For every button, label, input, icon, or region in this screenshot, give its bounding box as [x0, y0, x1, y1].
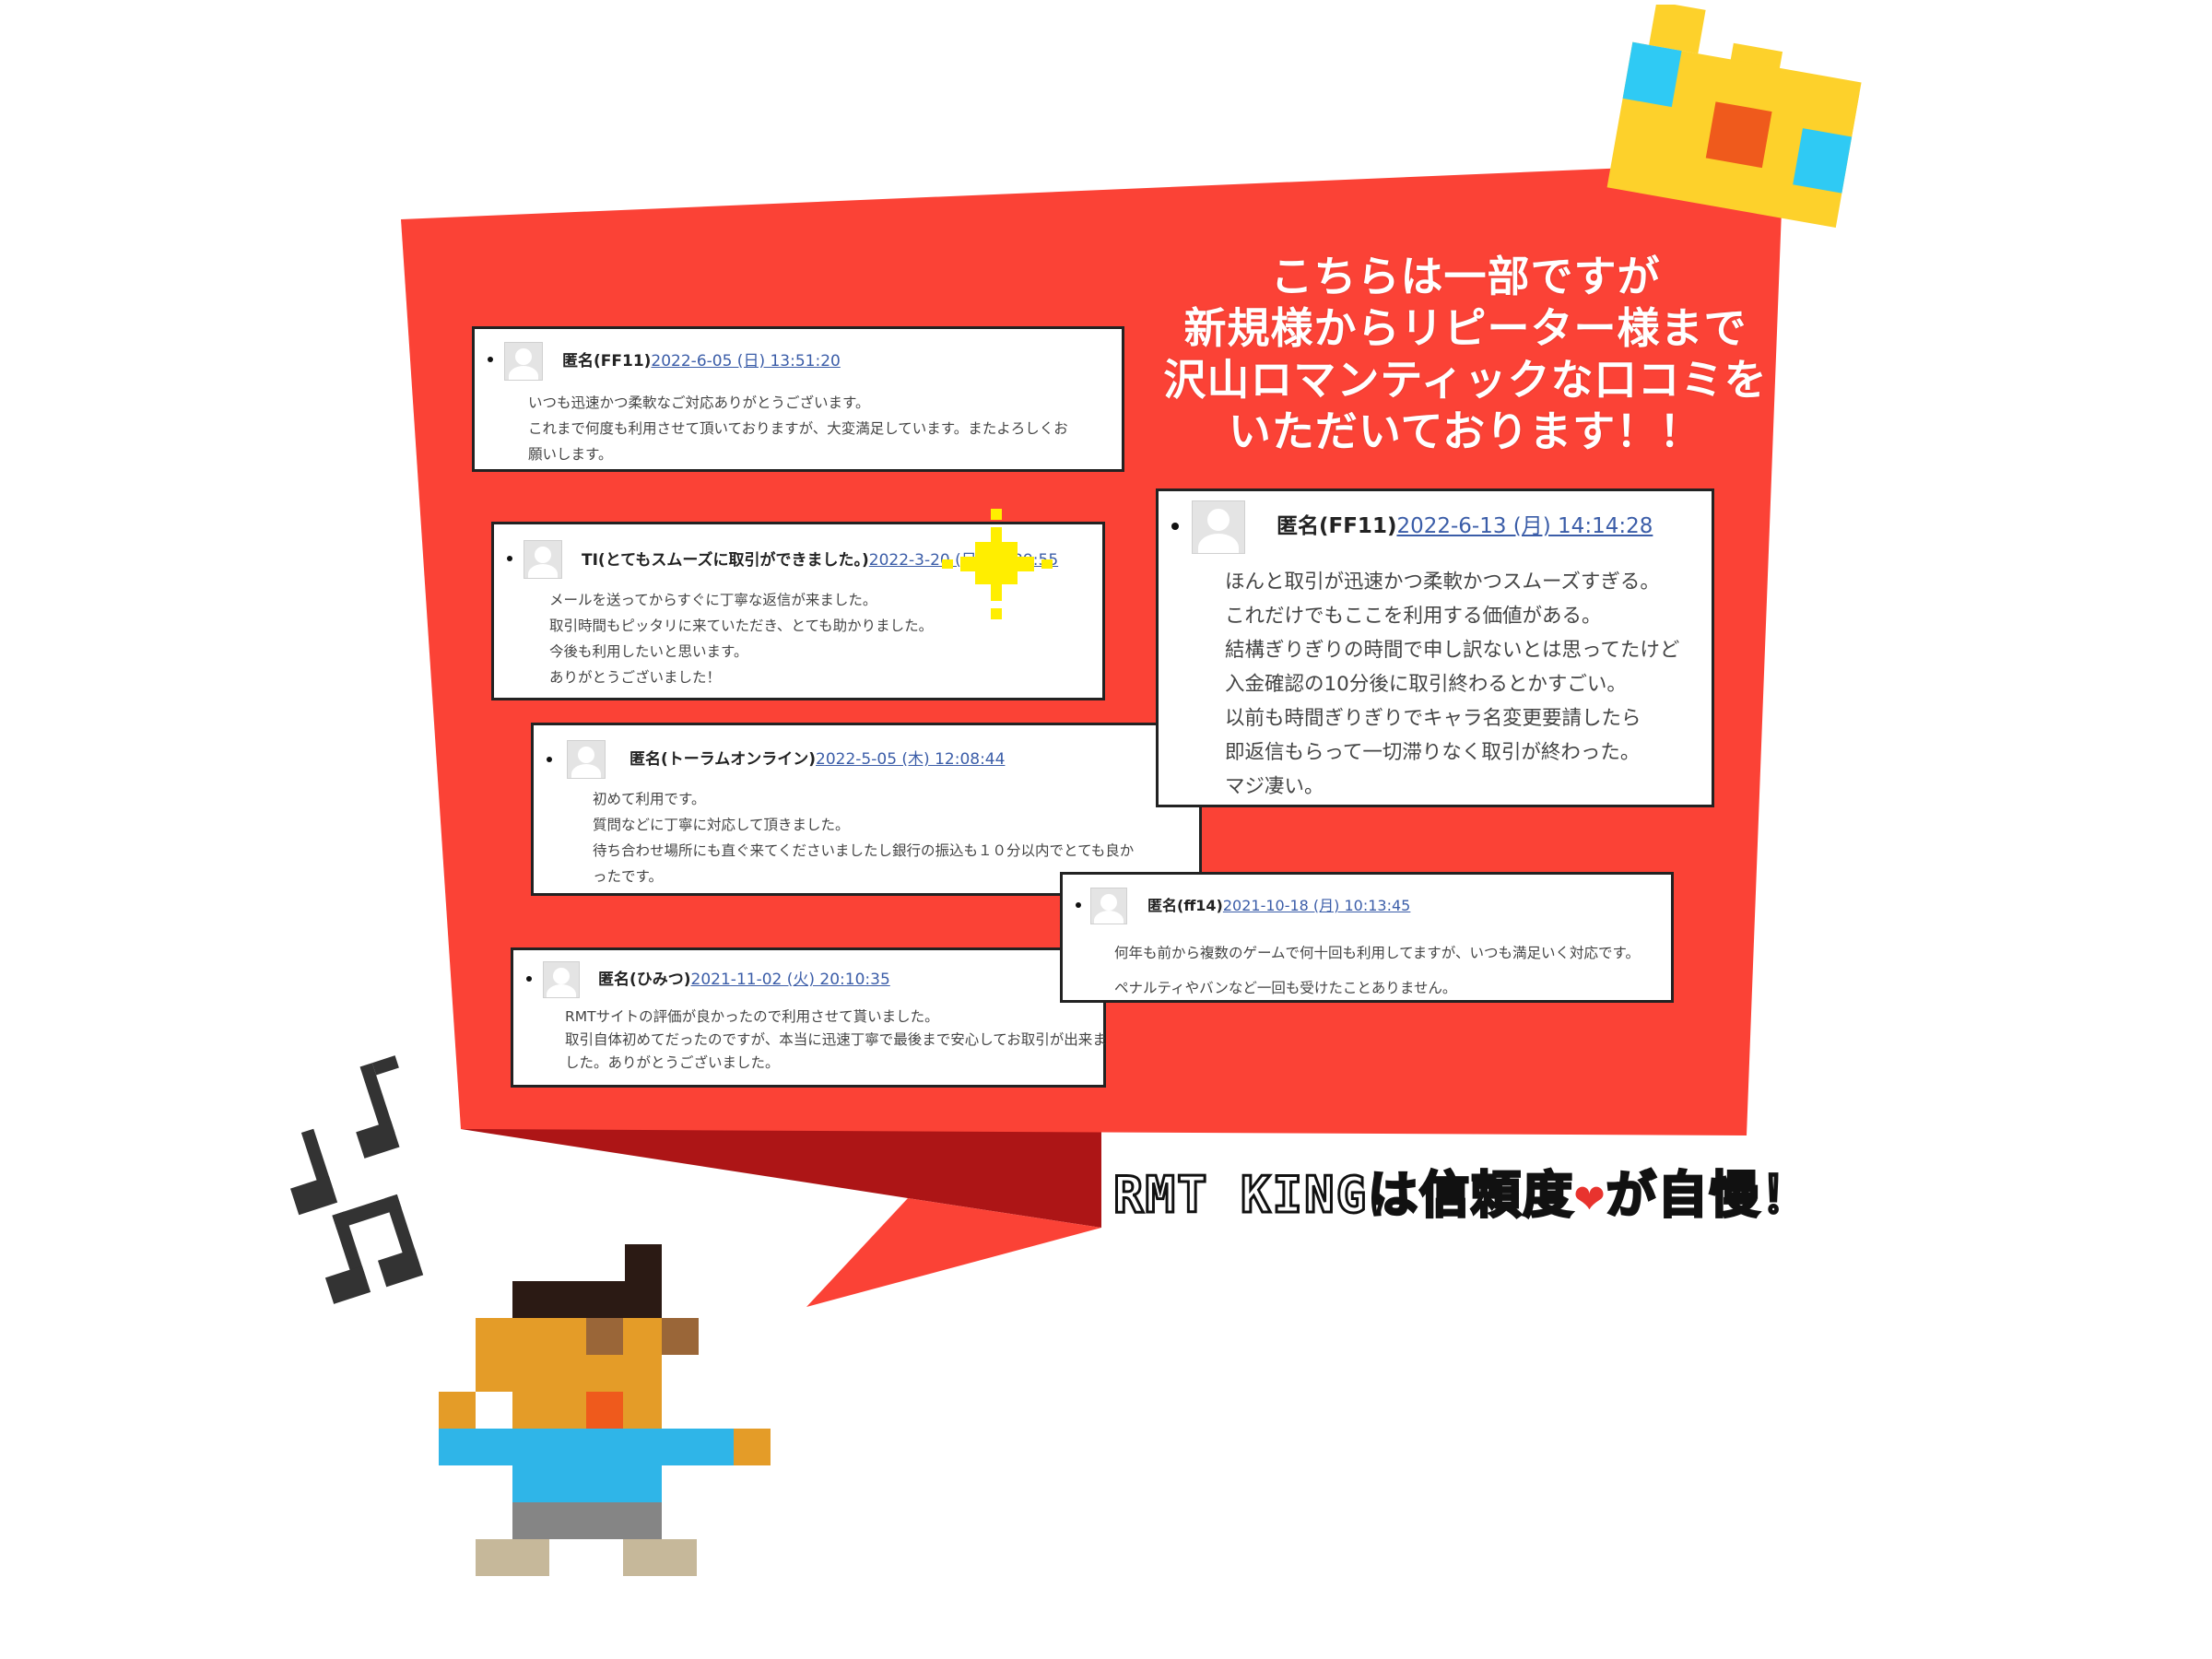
- review-line: ペナルティやバンなど一回も受けたことありません。: [1114, 980, 1457, 996]
- review-line: 取引自体初めてだったのですが、本当に迅速丁寧で最後まで安心してお取引が出来ま: [565, 1031, 1107, 1048]
- review-line: 即返信もらって一切滞りなく取引が終わった。: [1225, 741, 1641, 764]
- bullet: [507, 556, 512, 561]
- review-line: マジ凄い。: [1225, 775, 1324, 798]
- review-body: RMTサイトの評価が良かったので利用させて貰いました。 取引自体初めてだったので…: [565, 1006, 1107, 1075]
- review-date-link[interactable]: 2022-5-05 (木) 12:08:44: [816, 750, 1005, 769]
- review-line: いつも迅速かつ柔軟なご対応ありがとうございます。: [528, 394, 870, 411]
- review-author: 匿名(FF11): [1277, 514, 1397, 538]
- review-author: TI(とてもスムーズに取引ができました。): [582, 551, 869, 570]
- review-line: 取引時間もピッタリに来ていただき、とても助かりました。: [549, 618, 934, 634]
- avatar-placeholder-icon: [1090, 888, 1127, 924]
- bullet: [1076, 902, 1081, 908]
- avatar-placeholder-icon: [543, 961, 580, 998]
- review-line: した。ありがとうございました。: [565, 1054, 780, 1071]
- review-line: 結構ぎりぎりの時間で申し訳ないとは思ってたけど: [1225, 639, 1680, 662]
- review-body: メールを送ってからすぐに丁寧な返信が来ました。 取引時間もピッタリに来ていただき…: [549, 587, 933, 690]
- avatar-placeholder-icon: [1192, 500, 1245, 554]
- headline-line-3: 沢山ロマンティックな口コミを: [1163, 355, 1768, 405]
- headline: こちらは一部ですが 新規様からリピーター様まで 沢山ロマンティックな口コミを い…: [1143, 251, 1788, 457]
- review-author: 匿名(ひみつ): [598, 971, 691, 989]
- review-meta: 匿名(トーラムオンライン)2022-5-05 (木) 12:08:44: [629, 746, 1005, 769]
- headline-line-1: こちらは一部ですが: [1270, 252, 1661, 301]
- review-line: メールを送ってからすぐに丁寧な返信が来ました。: [549, 592, 877, 608]
- review-card-3: 匿名(トーラムオンライン)2022-5-05 (木) 12:08:44 初めて利…: [531, 723, 1202, 896]
- review-meta: 匿名(FF11)2022-6-05 (日) 13:51:20: [562, 347, 841, 371]
- review-line: 質問などに丁寧に対応して頂きました。: [593, 817, 850, 833]
- review-line: これだけでもここを利用する価値がある。: [1225, 605, 1602, 628]
- avatar-placeholder-icon: [567, 740, 606, 779]
- review-date-link[interactable]: 2022-6-05 (日) 13:51:20: [651, 352, 840, 371]
- review-card-6: 匿名(ff14)2021-10-18 (月) 10:13:45 何年も前から複数…: [1060, 872, 1674, 1003]
- review-line: ったです。: [593, 868, 663, 885]
- review-meta: 匿名(FF11)2022-6-13 (月) 14:14:28: [1277, 508, 1653, 539]
- review-date-link[interactable]: 2021-10-18 (月) 10:13:45: [1223, 897, 1411, 914]
- avatar-placeholder-icon: [524, 540, 562, 579]
- review-line: ほんと取引が迅速かつ柔軟かつスムーズすぎる。: [1225, 571, 1660, 594]
- bullet: [488, 357, 493, 362]
- review-author: 匿名(ff14): [1147, 897, 1223, 914]
- bullet: [526, 976, 532, 982]
- review-line: これまで何度も利用させて頂いておりますが、大変満足しています。またよろしくお: [528, 420, 1068, 437]
- crown-icon: [1606, 5, 1862, 229]
- heart-icon: ❤: [1574, 1166, 1606, 1224]
- sparkle-icon: [942, 509, 1053, 619]
- review-card-5: 匿名(FF11)2022-6-13 (月) 14:14:28 ほんと取引が迅速か…: [1156, 488, 1714, 807]
- review-line: RMTサイトの評価が良かったので利用させて貰いました。: [565, 1008, 939, 1025]
- review-body: いつも迅速かつ柔軟なご対応ありがとうございます。 これまで何度も利用させて頂いて…: [528, 390, 1068, 467]
- review-card-1: 匿名(FF11)2022-6-05 (日) 13:51:20 いつも迅速かつ柔軟…: [472, 326, 1124, 472]
- review-line: 何年も前から複数のゲームで何十回も利用してますが、いつも満足いく対応です。: [1114, 945, 1640, 961]
- review-line: ありがとうございました！: [549, 669, 722, 686]
- review-date-link[interactable]: 2021-11-02 (火) 20:10:35: [691, 971, 890, 989]
- avatar-placeholder-icon: [504, 342, 543, 381]
- review-line: 以前も時間ぎりぎりでキャラ名変更要請したら: [1225, 707, 1641, 730]
- review-author: 匿名(FF11): [562, 352, 652, 371]
- bullet: [1171, 523, 1179, 530]
- review-author: 匿名(トーラムオンライン): [629, 750, 817, 769]
- review-line: 待ち合わせ場所にも直ぐ来てくださいましたし銀行の振込も１０分以内でとても良か: [593, 842, 1135, 859]
- bullet: [547, 757, 552, 762]
- headline-line-2: 新規様からリピーター様まで: [1183, 303, 1747, 353]
- review-line: 今後も利用したいと思います。: [549, 643, 748, 660]
- review-line: 入金確認の10分後に取引終わるとかすごい。: [1225, 673, 1627, 696]
- review-meta: 匿名(ひみつ)2021-11-02 (火) 20:10:35: [598, 966, 890, 989]
- review-body: 初めて利用です。 質問などに丁寧に対応して頂きました。 待ち合わせ場所にも直ぐ来…: [593, 786, 1134, 889]
- review-body: ほんと取引が迅速かつ柔軟かつスムーズすぎる。 これだけでもここを利用する価値があ…: [1225, 565, 1679, 804]
- review-line: 初めて利用です。: [593, 791, 706, 807]
- caption-text-after: が自慢！: [1605, 1165, 1813, 1226]
- review-line: 願いします。: [528, 446, 613, 463]
- review-date-link[interactable]: 2022-6-13 (月) 14:14:28: [1396, 514, 1653, 538]
- caption: RMT KINGは信頼度❤が自慢！: [1112, 1154, 1813, 1227]
- review-body: 何年も前から複数のゲームで何十回も利用してますが、いつも満足いく対応です。 ペナ…: [1114, 935, 1640, 1006]
- headline-line-4: いただいております！！: [1228, 406, 1703, 456]
- promo-graphic: こちらは一部ですが 新規様からリピーター様まで 沢山ロマンティックな口コミを い…: [0, 0, 2212, 1659]
- review-meta: 匿名(ff14)2021-10-18 (月) 10:13:45: [1147, 893, 1410, 915]
- caption-text-before: RMT KINGは信頼度: [1112, 1165, 1575, 1226]
- review-card-4: 匿名(ひみつ)2021-11-02 (火) 20:10:35 RMTサイトの評価…: [511, 947, 1107, 1088]
- bubble-tail-shadow: [461, 1129, 1101, 1228]
- pixel-character: [439, 1244, 771, 1576]
